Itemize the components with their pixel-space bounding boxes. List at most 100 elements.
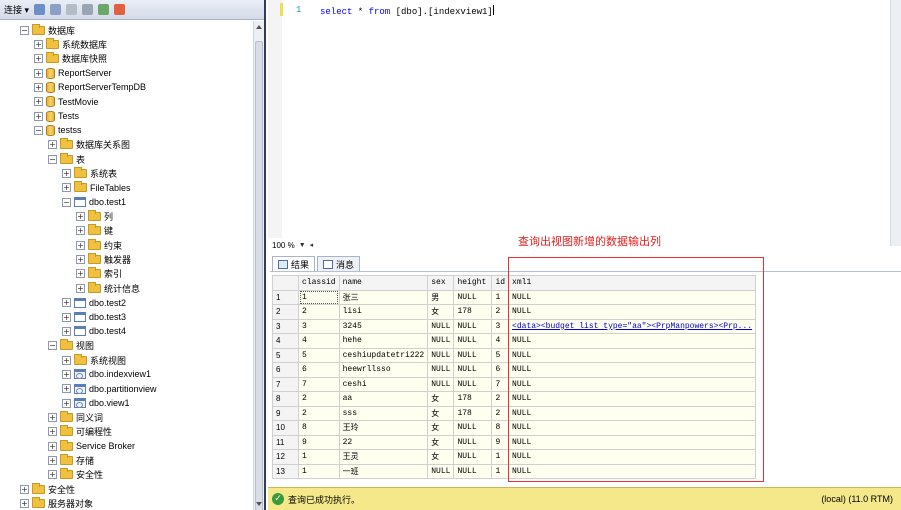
grid-cell[interactable]: heewrllsso	[338, 362, 429, 378]
collapse-icon[interactable]: −	[48, 341, 57, 351]
expand-icon[interactable]: +	[20, 484, 29, 494]
row-number[interactable]: 9	[272, 405, 299, 421]
tree-node[interactable]: + TestMovie	[34, 95, 99, 109]
grid-cell[interactable]: 8	[298, 420, 340, 436]
column-header[interactable]: sex	[427, 275, 455, 291]
grid-cell[interactable]: 1	[298, 463, 340, 479]
grid-cell[interactable]: NULL	[453, 362, 493, 378]
tree-node[interactable]: + 索引	[76, 267, 122, 281]
grid-cell[interactable]: 一班	[338, 463, 429, 479]
tree-node[interactable]: + FileTables	[62, 181, 131, 195]
grid-cell[interactable]: 9	[298, 434, 340, 450]
expand-icon[interactable]: +	[34, 97, 43, 107]
expand-icon[interactable]: +	[48, 441, 57, 451]
tree-node[interactable]: + 可编程性	[48, 425, 112, 439]
row-number[interactable]: 6	[272, 362, 299, 378]
expand-icon[interactable]: +	[62, 369, 71, 379]
filter-icon[interactable]	[82, 4, 94, 15]
tree-node[interactable]: + 系统视图	[62, 353, 126, 367]
tree-node[interactable]: + 系统表	[62, 167, 117, 181]
grid-cell[interactable]: NULL	[453, 449, 493, 465]
expand-icon[interactable]: +	[34, 39, 43, 49]
activity-monitor-icon[interactable]	[114, 4, 126, 15]
explorer-scrollbar[interactable]	[253, 21, 264, 510]
tree-node[interactable]: − 表	[48, 152, 85, 166]
collapse-icon[interactable]: −	[20, 25, 29, 35]
expand-icon[interactable]: +	[62, 398, 71, 408]
grid-cell[interactable]: lisi	[338, 304, 429, 320]
column-header[interactable]: name	[338, 275, 429, 291]
tree-node[interactable]: − dbo.test1	[62, 195, 126, 209]
tree-node[interactable]: + 数据库关系图	[48, 138, 130, 152]
column-header[interactable]: id	[491, 275, 510, 291]
expand-icon[interactable]: +	[48, 456, 57, 465]
expand-icon[interactable]: +	[62, 169, 71, 178]
grid-cell[interactable]: 2	[298, 405, 340, 421]
grid-corner[interactable]	[272, 275, 299, 291]
grid-cell[interactable]: 5	[298, 347, 340, 363]
grid-cell[interactable]: NULL	[427, 376, 455, 392]
tree-node[interactable]: + ReportServerTempDB	[34, 80, 146, 94]
row-number[interactable]: 5	[272, 347, 299, 363]
tree-node[interactable]: + 触发器	[76, 253, 131, 267]
expand-icon[interactable]: +	[76, 269, 85, 279]
grid-cell[interactable]: 1	[491, 449, 510, 465]
expand-icon[interactable]: +	[76, 255, 85, 265]
tree-node[interactable]: + Tests	[34, 109, 79, 123]
tree-node[interactable]: + 统计信息	[76, 281, 140, 295]
row-number[interactable]: 2	[272, 304, 299, 320]
grid-cell[interactable]: NULL	[453, 318, 493, 334]
expand-icon[interactable]: +	[76, 212, 85, 222]
grid-cell[interactable]: 6	[298, 362, 340, 378]
grid-cell[interactable]: sss	[338, 405, 429, 421]
grid-cell[interactable]: 4	[491, 333, 510, 349]
grid-cell[interactable]: 2	[491, 391, 510, 407]
expand-icon[interactable]: +	[62, 298, 71, 308]
tree-node[interactable]: + 安全性	[20, 482, 75, 496]
tree-node[interactable]: + 安全性	[48, 468, 103, 482]
row-number[interactable]: 3	[272, 318, 299, 334]
expand-icon[interactable]: +	[48, 427, 57, 437]
expand-icon[interactable]: +	[62, 384, 71, 394]
expand-icon[interactable]: +	[76, 226, 85, 236]
tree-node[interactable]: + 约束	[76, 238, 122, 252]
grid-cell[interactable]: 4	[298, 333, 340, 349]
collapse-icon[interactable]: −	[62, 197, 71, 207]
grid-cell[interactable]: ceshi	[338, 376, 429, 392]
grid-cell[interactable]: NULL	[427, 347, 455, 363]
grid-cell[interactable]: NULL	[453, 463, 493, 479]
grid-cell[interactable]: 178	[453, 405, 493, 421]
tree-node[interactable]: − 数据库	[20, 23, 75, 37]
tree-node[interactable]: + ReportServer	[34, 66, 112, 80]
tree-node[interactable]: + dbo.test4	[62, 324, 126, 338]
grid-cell[interactable]: 3	[298, 318, 340, 334]
tree-node[interactable]: + Service Broker	[48, 439, 135, 453]
grid-cell[interactable]: 2	[298, 304, 340, 320]
expand-icon[interactable]: +	[62, 183, 71, 193]
tree-node[interactable]: + dbo.indexview1	[62, 367, 151, 381]
expand-icon[interactable]: +	[34, 54, 43, 64]
expand-icon[interactable]: +	[76, 240, 85, 250]
grid-cell[interactable]: 王灵	[338, 449, 429, 465]
tree-node[interactable]: + dbo.test2	[62, 296, 126, 310]
collapse-icon[interactable]: −	[48, 154, 57, 164]
grid-cell[interactable]: NULL	[453, 289, 493, 305]
grid-cell[interactable]: NULL	[453, 376, 493, 392]
stop-icon[interactable]	[66, 4, 78, 15]
expand-icon[interactable]: +	[62, 326, 71, 336]
expand-icon[interactable]: +	[34, 111, 43, 121]
tree-node[interactable]: + dbo.partitionview	[62, 382, 157, 396]
grid-cell[interactable]: 6	[491, 362, 510, 378]
row-number[interactable]: 10	[272, 420, 299, 436]
column-header[interactable]: height	[453, 275, 493, 291]
expand-icon[interactable]: +	[34, 68, 43, 78]
expand-icon[interactable]: +	[48, 140, 57, 150]
grid-cell[interactable]: 女	[427, 304, 455, 320]
connect-server-icon[interactable]	[34, 4, 46, 15]
query-editor[interactable]: 1 select * from [dbo].[indexview1] 100 %…	[268, 0, 901, 250]
query-line[interactable]: select * from [dbo].[indexview1]	[320, 5, 494, 17]
expand-icon[interactable]: +	[20, 499, 29, 509]
grid-cell[interactable]: 1	[298, 449, 340, 465]
grid-cell[interactable]: NULL	[453, 420, 493, 436]
grid-cell[interactable]: 男	[427, 289, 455, 305]
